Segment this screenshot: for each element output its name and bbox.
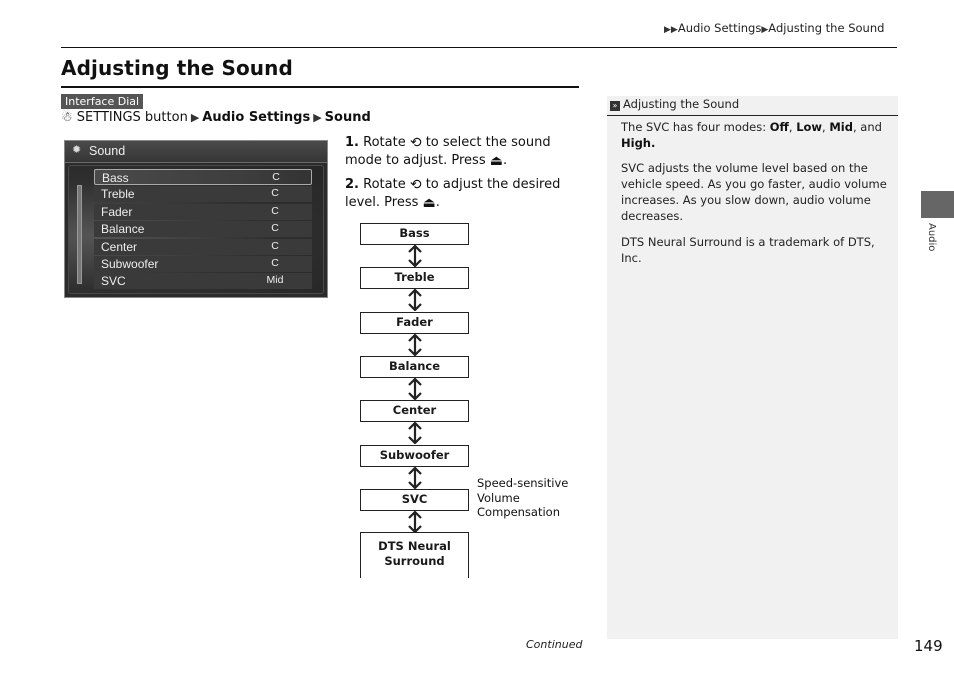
title-divider bbox=[61, 86, 579, 88]
up-down-arrow-icon bbox=[405, 244, 425, 268]
side-text: The SVC has four modes: bbox=[621, 120, 770, 134]
svc-note-line: Volume bbox=[477, 490, 520, 505]
rotate-dial-icon: ⟲ bbox=[409, 134, 422, 151]
sound-setting-row[interactable]: Subwoofer C bbox=[94, 256, 312, 272]
sound-setting-row[interactable]: SVC Mid bbox=[94, 273, 312, 290]
arrow-right-icon: ▶ bbox=[190, 111, 200, 124]
side-note-divider bbox=[607, 115, 898, 116]
side-note-title: Adjusting the Sound bbox=[623, 97, 740, 111]
setting-label: Subwoofer bbox=[101, 257, 159, 271]
flow-box-svc: SVC bbox=[360, 488, 469, 511]
top-divider bbox=[61, 47, 897, 48]
sound-setting-row[interactable]: Center C bbox=[94, 238, 312, 255]
svc-note: Speed-sensitive Volume Compensation bbox=[477, 476, 568, 520]
svc-note-line: Compensation bbox=[477, 505, 560, 519]
setting-value: C bbox=[271, 187, 279, 200]
step-text: Rotate bbox=[363, 177, 406, 192]
setting-label: Fader bbox=[101, 204, 133, 219]
breadcrumb-audio-settings[interactable]: Audio Settings bbox=[678, 21, 762, 35]
interface-dial-badge: Interface Dial bbox=[61, 94, 144, 109]
flow-box-dts-neural-surround: DTS Neural Surround bbox=[360, 532, 469, 578]
side-paragraph-modes: The SVC has four modes: Off, Low, Mid, a… bbox=[621, 120, 882, 150]
section-tab[interactable] bbox=[921, 191, 954, 218]
flow-box-treble: Treble bbox=[360, 267, 469, 290]
sound-screen: ✹ Sound Bass C Treble C Fader C Balance C Center… bbox=[64, 140, 328, 298]
flow-box-balance: Balance bbox=[360, 355, 469, 378]
side-note-panel: » Adjusting the Sound The SVC has four mo… bbox=[607, 96, 898, 639]
page-number: 149 bbox=[914, 637, 943, 655]
setting-value: C bbox=[271, 204, 279, 217]
continued-label: Continued bbox=[526, 638, 583, 651]
step-2: 2. Rotate ⟲ to adjust the desired level.… bbox=[345, 176, 575, 212]
step-text: Rotate bbox=[363, 135, 406, 150]
flow-box-subwoofer: Subwoofer bbox=[360, 444, 469, 467]
gear-icon: ✹ bbox=[72, 144, 82, 156]
up-down-arrow-icon bbox=[405, 288, 425, 312]
screen-title: Sound bbox=[89, 144, 126, 158]
step-text: . bbox=[435, 195, 440, 210]
mode-off: Off bbox=[769, 120, 789, 134]
up-down-arrow-icon bbox=[405, 510, 425, 534]
section-tab-label: Audio bbox=[926, 223, 937, 252]
setting-label: Treble bbox=[101, 187, 135, 202]
setting-label: Center bbox=[101, 239, 138, 254]
up-down-arrow-icon bbox=[405, 333, 425, 357]
arrow-right-icon: ▶ bbox=[313, 111, 322, 124]
flow-box-center: Center bbox=[360, 400, 469, 423]
setting-value: C bbox=[271, 222, 279, 235]
scrollbar[interactable] bbox=[77, 185, 82, 284]
setting-value: Mid bbox=[266, 274, 284, 287]
up-down-arrow-icon bbox=[405, 377, 425, 401]
press-dial-icon: ⏏ bbox=[422, 194, 436, 211]
sound-setting-row[interactable]: Balance C bbox=[94, 221, 312, 238]
screen-header: ✹ Sound bbox=[65, 141, 327, 163]
setting-value: C bbox=[272, 171, 280, 183]
double-chevron-icon: » bbox=[610, 101, 620, 111]
step-text: . bbox=[502, 153, 508, 168]
side-note-heading: » Adjusting the Sound bbox=[610, 97, 739, 111]
flow-box-line: DTS Neural bbox=[378, 539, 451, 553]
step-1: 1. Rotate ⟲ to select the sound mode to … bbox=[345, 134, 575, 170]
mode-high: High. bbox=[621, 136, 656, 150]
nav-path-audio-settings: Audio Settings bbox=[202, 110, 311, 125]
press-dial-icon: ⏏ bbox=[489, 152, 503, 169]
nav-path-settings: SETTINGS button bbox=[76, 110, 188, 125]
mode-mid: Mid bbox=[829, 120, 853, 134]
step-number: 1. bbox=[345, 135, 359, 150]
setting-value: C bbox=[271, 257, 279, 269]
nav-path-sound: Sound bbox=[324, 110, 371, 125]
up-down-arrow-icon bbox=[405, 421, 425, 445]
svc-note-line: Speed-sensitive bbox=[477, 476, 569, 490]
flow-box-line: Surround bbox=[384, 554, 445, 568]
navigation-path: ☃︎ SETTINGS button ▶ Audio Settings ▶ Sound bbox=[61, 110, 371, 125]
mode-low: Low bbox=[796, 120, 823, 134]
setting-label: Balance bbox=[101, 222, 145, 237]
flow-box-bass: Bass bbox=[360, 223, 469, 245]
breadcrumb: ▶▶Audio Settings▶Adjusting the Sound bbox=[664, 21, 884, 35]
sound-setting-row[interactable]: Bass C bbox=[94, 169, 312, 185]
breadcrumb-adjusting-the-sound[interactable]: Adjusting the Sound bbox=[768, 21, 884, 35]
setting-value: C bbox=[271, 239, 279, 252]
flow-box-fader: Fader bbox=[360, 311, 469, 334]
triangle-icon: ▶▶ bbox=[664, 25, 678, 35]
sound-setting-row[interactable]: Fader C bbox=[94, 203, 312, 220]
side-paragraph-svc: SVC adjusts the volume level based on th… bbox=[621, 161, 887, 223]
side-paragraph-trademark: DTS Neural Surround is a trademark of DT… bbox=[621, 235, 875, 265]
setting-label: Bass bbox=[102, 171, 129, 185]
rotate-dial-icon: ⟲ bbox=[409, 176, 422, 193]
setting-label: SVC bbox=[101, 274, 126, 289]
sound-setting-row[interactable]: Treble C bbox=[94, 186, 312, 203]
settings-button-icon: ☃︎ bbox=[61, 110, 73, 125]
step-number: 2. bbox=[345, 177, 359, 192]
page-title: Adjusting the Sound bbox=[61, 56, 293, 80]
up-down-arrow-icon bbox=[405, 465, 425, 490]
